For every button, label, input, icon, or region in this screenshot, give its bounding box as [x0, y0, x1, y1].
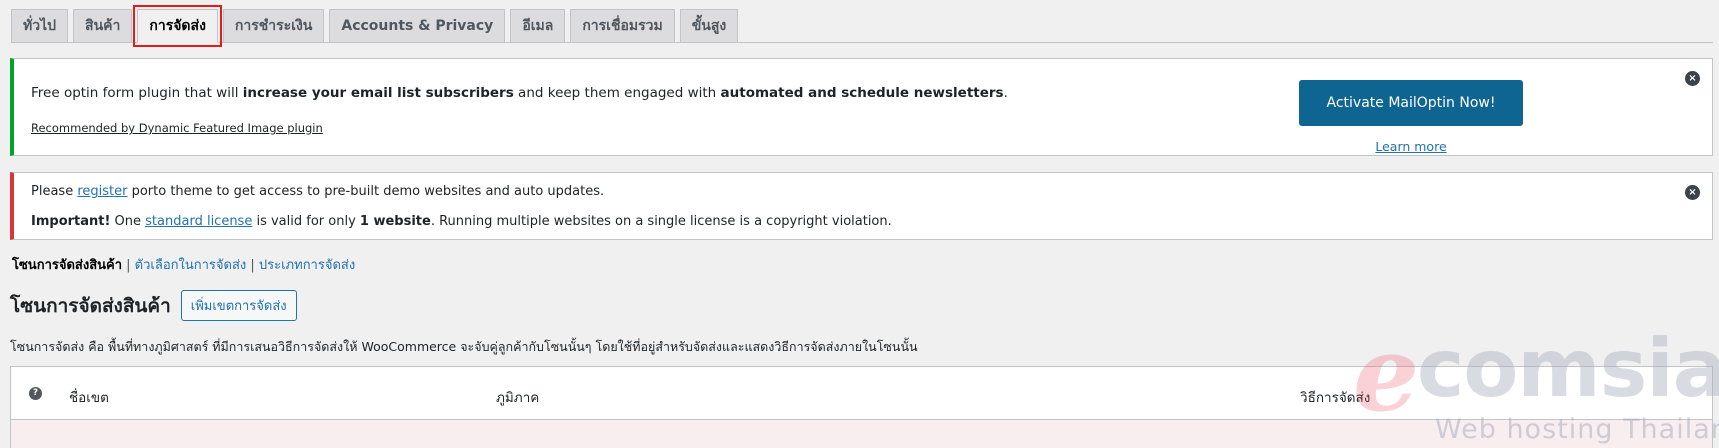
table-body	[11, 420, 1712, 448]
mailoptin-text-3: .	[1003, 85, 1008, 101]
porto-line1-a: Please	[31, 184, 78, 199]
porto-line2-a: One	[110, 214, 146, 229]
column-shipping-methods: วิธีการจัดส่ง	[1300, 390, 1371, 406]
mailoptin-message: Free optin form plugin that will increas…	[31, 85, 1008, 101]
subnav-separator: |	[122, 258, 135, 273]
shipping-subnav: โซนการจัดส่งสินค้า | ตัวเลือกในการจัดส่ง…	[12, 254, 355, 275]
shipping-zones-table: ? ชื่อเขต ภูมิภาค วิธีการจัดส่ง	[10, 366, 1713, 448]
column-region: ภูมิภาค	[496, 390, 540, 406]
standard-license-link[interactable]: standard license	[145, 214, 252, 229]
important-label: Important!	[31, 214, 111, 229]
dismiss-mailoptin-icon[interactable]: ×	[1685, 71, 1700, 86]
recommended-link[interactable]: Recommended by Dynamic Featured Image pl…	[31, 121, 323, 135]
activate-mailoptin-button[interactable]: Activate MailOptin Now!	[1299, 80, 1523, 126]
subnav-shipping-zones[interactable]: โซนการจัดส่งสินค้า	[12, 258, 122, 273]
dismiss-porto-icon[interactable]: ×	[1685, 185, 1700, 200]
zones-description: โซนการจัดส่ง คือ พื้นที่ทางภูมิศาสตร์ ที…	[10, 339, 918, 354]
porto-register-message: Please register porto theme to get acces…	[31, 184, 604, 199]
help-icon[interactable]: ?	[29, 387, 42, 400]
tab-general[interactable]: ทั่วไป	[11, 9, 69, 43]
settings-tabs: ทั่วไป สินค้า การจัดส่ง การชำระเงิน Acco…	[11, 5, 1713, 47]
table-header: ? ชื่อเขต ภูมิภาค วิธีการจัดส่ง	[11, 367, 1712, 420]
mailoptin-notice: Free optin form plugin that will increas…	[10, 58, 1713, 156]
tab-payments[interactable]: การชำระเงิน	[222, 9, 325, 43]
porto-line1-b: porto theme to get access to pre-built d…	[127, 184, 605, 199]
mailoptin-bold-1: increase your email list subscribers	[242, 85, 514, 101]
subnav-separator: |	[246, 258, 259, 273]
zones-heading-row: โซนการจัดส่งสินค้า เพิ่มเขตการจัดส่ง	[10, 290, 297, 321]
porto-license-message: Important! One standard license is valid…	[31, 214, 892, 229]
subnav-shipping-options[interactable]: ตัวเลือกในการจัดส่ง	[135, 258, 247, 273]
mailoptin-text-1: Free optin form plugin that will	[31, 85, 243, 101]
tab-products[interactable]: สินค้า	[73, 9, 133, 43]
porto-line2-c: . Running multiple websites on a single …	[430, 214, 892, 229]
column-zone-name: ชื่อเขต	[69, 390, 109, 406]
tab-accounts-privacy[interactable]: Accounts & Privacy	[329, 9, 506, 43]
mailoptin-bold-2: automated and schedule newsletters	[720, 85, 1004, 101]
tab-emails[interactable]: อีเมล	[510, 9, 566, 43]
register-link[interactable]: register	[77, 184, 127, 199]
tab-advanced[interactable]: ขั้นสูง	[679, 9, 739, 43]
one-website-label: 1 website	[359, 214, 431, 229]
porto-line2-b: is valid for only	[252, 214, 360, 229]
learn-more-link[interactable]: Learn more	[1299, 139, 1523, 154]
tab-integration[interactable]: การเชื่อมรวม	[570, 9, 675, 43]
porto-license-notice: Please register porto theme to get acces…	[10, 172, 1713, 240]
page-title: โซนการจัดส่งสินค้า	[10, 294, 171, 317]
tab-shipping[interactable]: การจัดส่ง	[133, 5, 222, 47]
subnav-shipping-classes[interactable]: ประเภทการจัดส่ง	[259, 258, 355, 273]
mailoptin-text-2: and keep them engaged with	[513, 85, 721, 101]
add-shipping-zone-button[interactable]: เพิ่มเขตการจัดส่ง	[180, 290, 297, 321]
